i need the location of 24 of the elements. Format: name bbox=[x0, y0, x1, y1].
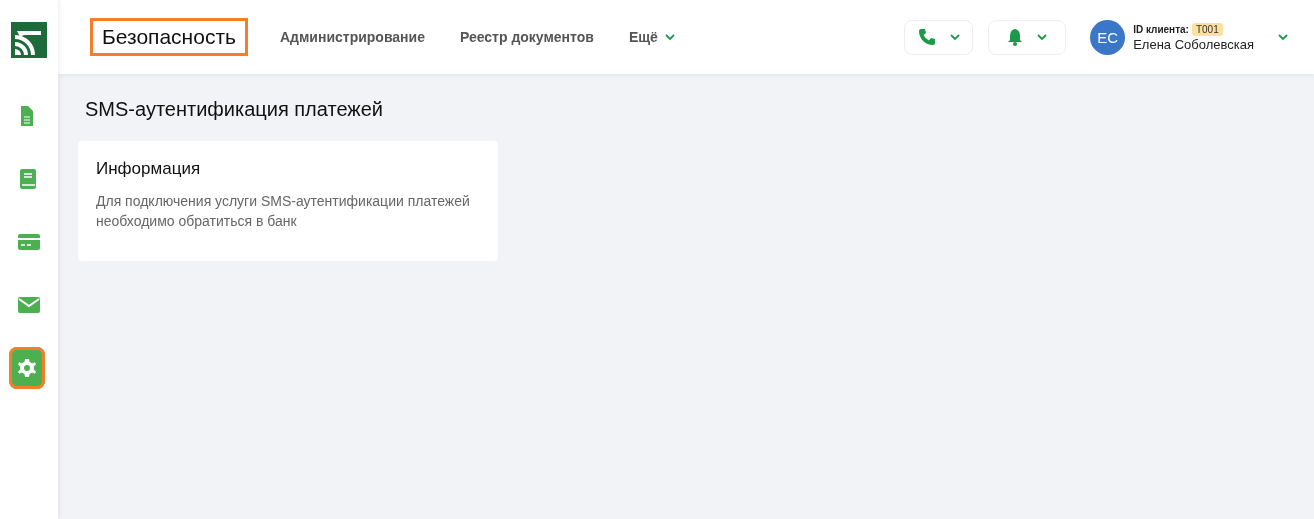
mail-icon bbox=[18, 295, 40, 315]
settings-icon bbox=[16, 358, 38, 378]
phone-icon bbox=[917, 28, 936, 46]
bell-icon bbox=[1007, 28, 1024, 46]
chevron-down-icon bbox=[1278, 34, 1288, 40]
page-title: SMS-аутентификация платежей bbox=[85, 98, 383, 121]
nav-link[interactable]: Ещё bbox=[628, 29, 675, 45]
section-title: Безопасность bbox=[90, 18, 248, 56]
chevron-down-icon bbox=[1037, 34, 1048, 40]
sidebar-item[interactable] bbox=[9, 347, 45, 389]
card-text: Для подключения услуги SMS-аутентификации платежей необходимо обратиться в банк bbox=[96, 192, 471, 231]
notifications-button[interactable] bbox=[988, 19, 1067, 55]
chevron-down-icon bbox=[949, 34, 960, 40]
chevron-down-icon bbox=[664, 34, 675, 40]
nav-link[interactable]: Администрирование bbox=[279, 29, 425, 45]
user-avatar[interactable]: ЕС bbox=[1090, 19, 1126, 55]
nav-link[interactable]: Реестр документов bbox=[459, 29, 594, 45]
user-name: Елена Соболевская bbox=[1133, 36, 1254, 52]
phone-menu-button[interactable] bbox=[904, 19, 974, 55]
credit-card-icon bbox=[18, 232, 40, 252]
client-id-badge: T001 bbox=[1191, 22, 1223, 36]
client-id-label: ID клиента: bbox=[1133, 23, 1189, 35]
logo-icon bbox=[11, 22, 47, 58]
card-title: Информация bbox=[96, 159, 202, 179]
